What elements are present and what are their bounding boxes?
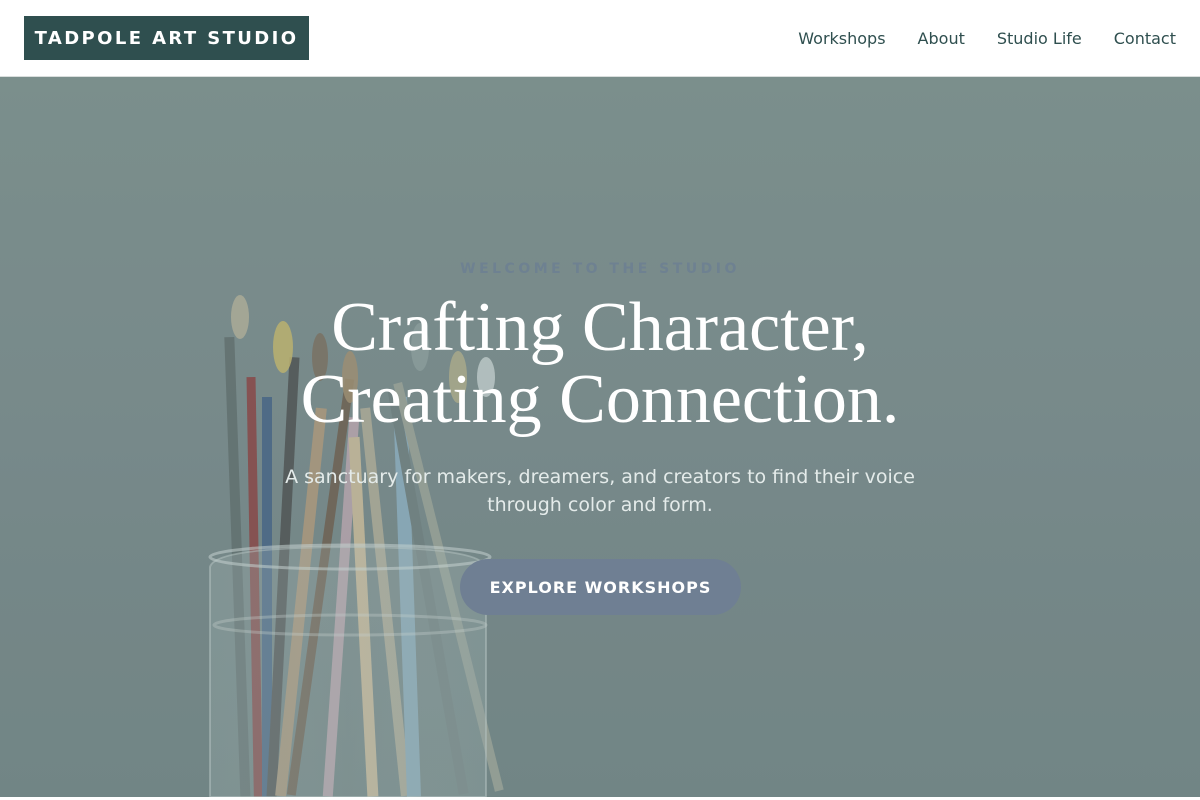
nav-link-studio-life[interactable]: Studio Life bbox=[997, 29, 1082, 48]
hero-headline: Crafting Character, Creating Connection. bbox=[0, 292, 1200, 436]
nav-link-contact[interactable]: Contact bbox=[1114, 29, 1176, 48]
hero-eyebrow: WELCOME TO THE STUDIO bbox=[460, 261, 740, 277]
brand-logo[interactable]: TADPOLE ART STUDIO bbox=[24, 16, 309, 60]
main-nav: Workshops About Studio Life Contact bbox=[798, 0, 1176, 76]
hero-subtitle: A sanctuary for makers, dreamers, and cr… bbox=[250, 463, 950, 519]
hero-subtitle-line-2: through color and form. bbox=[487, 494, 713, 516]
hero-headline-line-2: Creating Connection. bbox=[300, 361, 900, 438]
site-header: TADPOLE ART STUDIO Workshops About Studi… bbox=[0, 0, 1200, 77]
nav-link-about[interactable]: About bbox=[918, 29, 965, 48]
hero-subtitle-line-1: A sanctuary for makers, dreamers, and cr… bbox=[285, 466, 915, 488]
explore-workshops-button[interactable]: EXPLORE WORKSHOPS bbox=[460, 559, 741, 615]
nav-link-workshops[interactable]: Workshops bbox=[798, 29, 885, 48]
hero-section: WELCOME TO THE STUDIO Crafting Character… bbox=[0, 77, 1200, 797]
hero-content: WELCOME TO THE STUDIO Crafting Character… bbox=[0, 77, 1200, 797]
hero-headline-line-1: Crafting Character, bbox=[331, 289, 869, 366]
